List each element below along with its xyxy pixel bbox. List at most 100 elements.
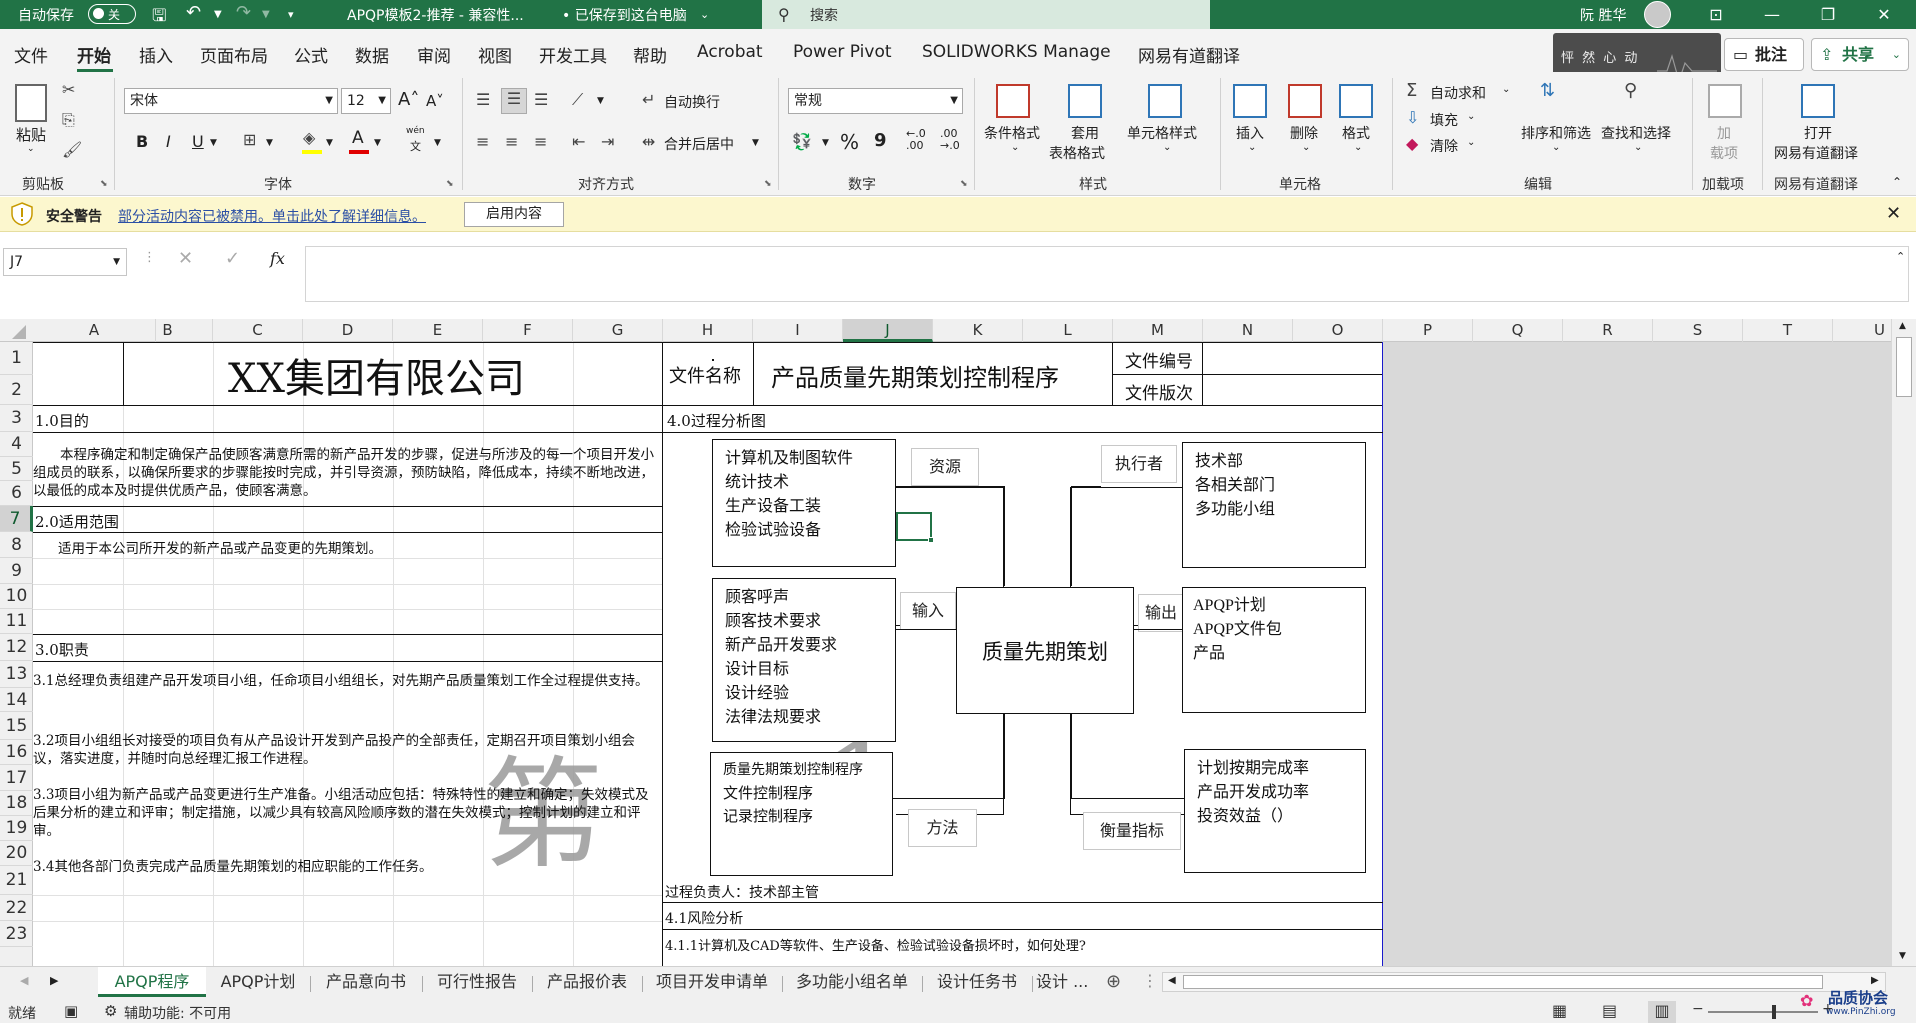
save-status[interactable]: • 已保存到这台电脑: [562, 5, 687, 25]
font-launcher-icon[interactable]: ⬊: [446, 179, 454, 189]
row-header[interactable]: 14: [0, 688, 33, 712]
sheet-tab[interactable]: 多功能小组名单: [786, 967, 918, 997]
bold-button[interactable]: B: [136, 132, 148, 151]
comma-button[interactable]: 9: [874, 130, 887, 151]
column-header[interactable]: P: [1383, 319, 1473, 342]
row-header[interactable]: 4: [0, 432, 33, 457]
font-size-select[interactable]: 12 ▼: [341, 88, 391, 114]
decrease-indent-icon[interactable]: ⇤: [572, 132, 585, 151]
tab-file[interactable]: 文件: [14, 42, 48, 67]
merge-center-button[interactable]: 合并后居中: [664, 134, 734, 154]
security-details-link[interactable]: 部分活动内容已被禁用。单击此处了解详细信息。: [118, 206, 426, 226]
autosave-toggle[interactable]: 关: [88, 4, 136, 24]
tab-home[interactable]: 开始: [77, 42, 111, 67]
column-header[interactable]: M: [1113, 319, 1203, 342]
user-name[interactable]: 阮 胜华: [1580, 5, 1626, 25]
enable-content-button[interactable]: 启用内容: [464, 202, 564, 227]
tab-youdao[interactable]: 网易有道翻译: [1138, 42, 1240, 67]
font-family-select[interactable]: 宋体 ▼: [124, 88, 338, 114]
sort-filter-button[interactable]: 排序和筛选: [1521, 123, 1591, 143]
format-table-icon[interactable]: [1068, 84, 1102, 118]
row-header[interactable]: 23: [0, 921, 33, 947]
share-button[interactable]: ⇪ 共享 ⌄: [1811, 38, 1909, 71]
sheet-tab[interactable]: 项目开发申请单: [646, 967, 778, 997]
column-header[interactable]: L: [1023, 319, 1113, 342]
tab-solidworks-manage[interactable]: SOLIDWORKS Manage: [922, 42, 1111, 62]
row-header[interactable]: 13: [0, 661, 33, 688]
number-format-select[interactable]: 常规 ▼: [788, 88, 963, 114]
close-icon[interactable]: ✕: [1886, 203, 1901, 224]
row-header[interactable]: 17: [0, 765, 33, 791]
page-layout-view-icon[interactable]: ▤: [1602, 1001, 1617, 1020]
sheet-tab[interactable]: 设计 ...: [1036, 967, 1092, 997]
border-dropdown-icon[interactable]: ▼: [266, 138, 273, 148]
decrease-decimal-icon[interactable]: .00 →.0: [940, 128, 960, 152]
scroll-right-icon[interactable]: ▶: [1871, 975, 1879, 986]
formula-input[interactable]: [305, 246, 1909, 302]
search-box[interactable]: ⚲ 搜索: [762, 0, 1210, 29]
insert-function-button[interactable]: fx: [270, 249, 285, 268]
scroll-thumb[interactable]: [1896, 337, 1912, 397]
sheet-tab-active[interactable]: APQP程序: [98, 967, 206, 997]
autosum-chevron-icon[interactable]: ⌄: [1502, 84, 1510, 95]
delete-cells-icon[interactable]: [1288, 84, 1322, 118]
undo-dropdown-icon[interactable]: ▼: [214, 9, 222, 20]
paste-icon[interactable]: [15, 84, 47, 122]
tab-insert[interactable]: 插入: [139, 42, 173, 67]
increase-indent-icon[interactable]: ⇥: [601, 132, 614, 151]
tab-page-layout[interactable]: 页面布局: [200, 42, 268, 67]
undo-icon[interactable]: ↶: [186, 2, 201, 23]
save-status-chevron-icon[interactable]: ⌄: [700, 8, 709, 21]
fill-color-icon[interactable]: ◈: [303, 128, 315, 147]
fill-dropdown-icon[interactable]: ▼: [326, 138, 333, 148]
name-box-dropdown-icon[interactable]: ▼: [113, 249, 120, 275]
clear-chevron-icon[interactable]: ⌄: [1467, 137, 1475, 148]
row-header[interactable]: 8: [0, 532, 33, 558]
tab-review[interactable]: 审阅: [417, 42, 451, 67]
row-header[interactable]: 12: [0, 634, 33, 661]
format-cells-icon[interactable]: [1339, 84, 1373, 118]
sheet-tab[interactable]: 可行性报告: [426, 967, 528, 997]
border-icon[interactable]: ⊞: [243, 130, 256, 149]
sort-chevron-icon[interactable]: ⌄: [1552, 142, 1560, 153]
formula-options-icon[interactable]: ⋮: [143, 250, 156, 265]
cell-styles-icon[interactable]: [1148, 84, 1182, 118]
addins-icon[interactable]: [1708, 84, 1742, 118]
youdao-icon[interactable]: [1801, 84, 1835, 118]
sheet-tab[interactable]: 设计任务书: [926, 967, 1028, 997]
format-table-line1[interactable]: 套用: [1071, 123, 1099, 143]
orientation-dropdown-icon[interactable]: ▼: [597, 96, 604, 106]
row-header[interactable]: 1: [0, 342, 33, 375]
row-header[interactable]: 9: [0, 558, 33, 584]
delete-chevron-icon[interactable]: ⌄: [1302, 142, 1310, 153]
scroll-up-icon[interactable]: ▲: [1899, 321, 1906, 331]
youdao-open-line2[interactable]: 网易有道翻译: [1774, 143, 1858, 163]
column-header[interactable]: F: [483, 319, 573, 342]
paste-button[interactable]: 粘贴: [16, 124, 46, 145]
tab-acrobat[interactable]: Acrobat: [697, 42, 763, 62]
close-window-icon[interactable]: ✕: [1861, 2, 1907, 27]
minimize-icon[interactable]: —: [1749, 2, 1795, 27]
column-header[interactable]: G: [573, 319, 663, 342]
clear-button[interactable]: 清除: [1430, 136, 1458, 156]
font-color-icon[interactable]: A: [352, 128, 364, 148]
merge-dropdown-icon[interactable]: ▼: [752, 138, 759, 148]
comment-button[interactable]: ▭ 批注: [1724, 38, 1804, 71]
format-painter-icon[interactable]: 🖌: [62, 140, 82, 159]
add-sheet-icon[interactable]: ⊕: [1106, 971, 1121, 992]
zoom-slider[interactable]: [1708, 1005, 1818, 1019]
copy-icon[interactable]: ⎘: [62, 110, 75, 130]
zoom-thumb[interactable]: [1772, 1005, 1776, 1019]
tab-help[interactable]: 帮助: [633, 42, 667, 67]
row-header[interactable]: 3: [0, 405, 33, 432]
avatar[interactable]: [1644, 1, 1671, 28]
number-launcher-icon[interactable]: ⬊: [960, 179, 968, 189]
addins-button-line2[interactable]: 载项: [1710, 143, 1738, 163]
fill-button[interactable]: 填充: [1430, 110, 1458, 130]
clipboard-launcher-icon[interactable]: ⬊: [100, 179, 108, 189]
align-top-icon[interactable]: ☰: [476, 90, 490, 109]
underline-dropdown-icon[interactable]: ▼: [210, 138, 217, 148]
find-select-icon[interactable]: ⚲: [1624, 80, 1637, 101]
customize-qat-icon[interactable]: ▾: [288, 8, 294, 21]
horizontal-scrollbar[interactable]: ◀ ▶: [1162, 972, 1886, 992]
